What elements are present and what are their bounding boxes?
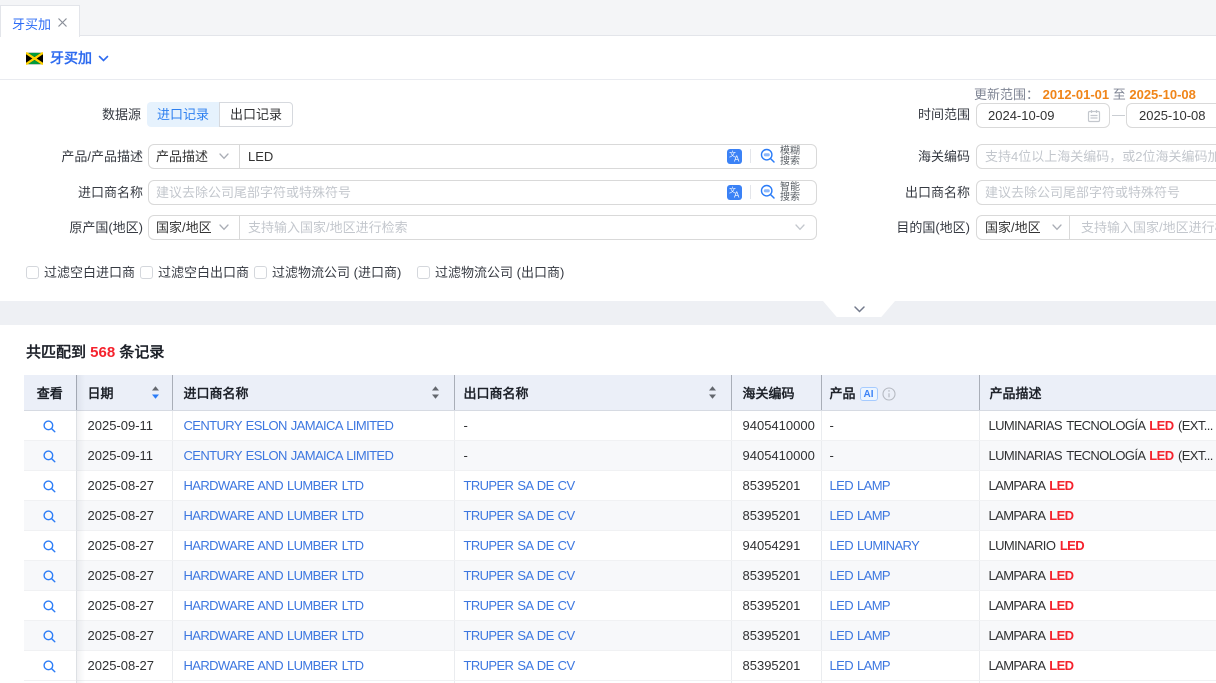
svg-text:A: A xyxy=(734,191,740,200)
svg-text:A: A xyxy=(734,155,740,164)
